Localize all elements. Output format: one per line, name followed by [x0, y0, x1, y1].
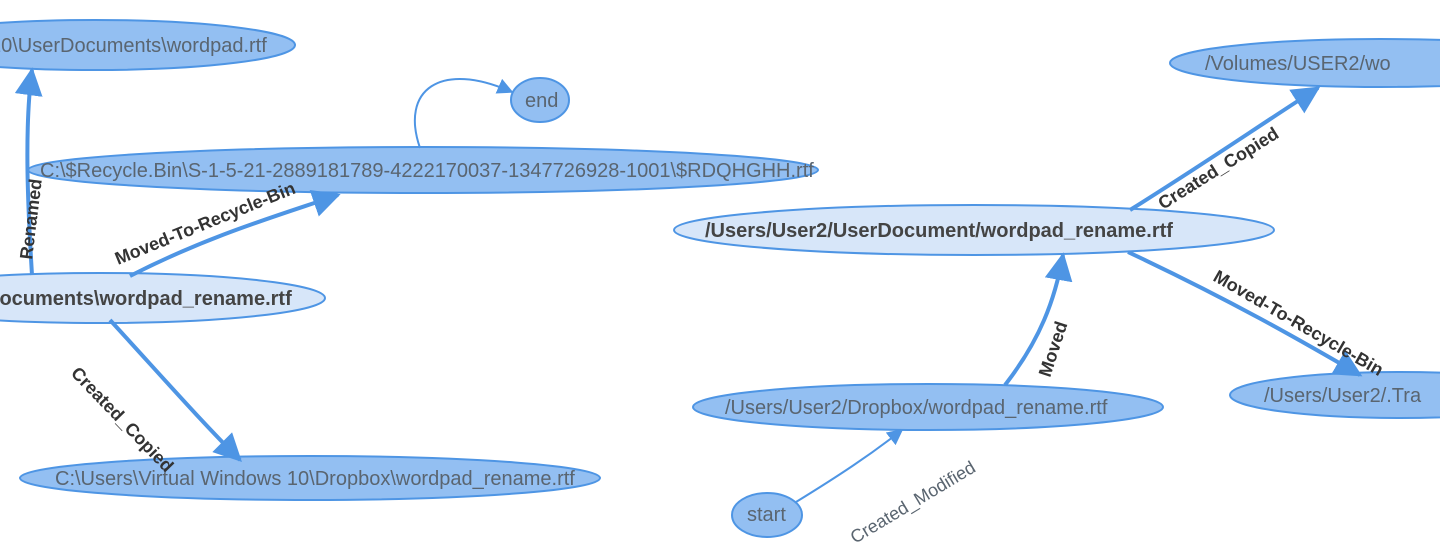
node-label: Documents\wordpad_rename.rtf — [0, 288, 292, 310]
node-label: 10\UserDocuments\wordpad.rtf — [0, 35, 267, 57]
node-win-orig[interactable]: 10\UserDocuments\wordpad.rtf — [0, 20, 295, 70]
edge-label: Created_Modified — [847, 457, 980, 548]
node-label: start — [747, 504, 786, 526]
node-label: /Users/User2/.Tra — [1264, 385, 1422, 407]
node-label: C:\$Recycle.Bin\S-1-5-21-2889181789-4222… — [40, 160, 814, 182]
node-mac-userdoc[interactable]: /Users/User2/UserDocument/wordpad_rename… — [674, 205, 1274, 255]
node-mac-volumes[interactable]: /Volumes/USER2/wo — [1170, 39, 1440, 87]
node-label: /Volumes/USER2/wo — [1205, 53, 1391, 75]
node-win-recycle[interactable]: C:\$Recycle.Bin\S-1-5-21-2889181789-4222… — [28, 147, 818, 193]
edge-label: Renamed — [16, 178, 46, 261]
edge-recycle-end — [415, 79, 512, 148]
node-start[interactable]: start — [732, 493, 802, 537]
node-win-rename[interactable]: Documents\wordpad_rename.rtf — [0, 273, 325, 323]
node-mac-dropbox[interactable]: /Users/User2/Dropbox/wordpad_rename.rtf — [693, 384, 1163, 430]
edge-moved-recyclebin-mac — [1128, 252, 1360, 375]
node-label: /Users/User2/Dropbox/wordpad_rename.rtf — [725, 397, 1108, 419]
node-win-dropbox[interactable]: C:\Users\Virtual Windows 10\Dropbox\word… — [20, 456, 600, 500]
node-label: end — [525, 90, 558, 112]
edge-label: Moved-To-Recycle-Bin — [1210, 266, 1387, 380]
node-end[interactable]: end — [511, 78, 569, 122]
edge-label: Created_Copied — [67, 363, 177, 476]
edge-created-copied-mac — [1130, 88, 1318, 210]
node-mac-trash[interactable]: /Users/User2/.Tra — [1230, 372, 1440, 418]
node-label: C:\Users\Virtual Windows 10\Dropbox\word… — [55, 468, 575, 490]
edge-created-modified — [796, 430, 902, 502]
edge-label: Moved-To-Recycle-Bin — [112, 178, 298, 269]
node-label: /Users/User2/UserDocument/wordpad_rename… — [705, 220, 1173, 242]
graph-canvas[interactable]: 10\UserDocuments\wordpad.rtf Documents\w… — [0, 0, 1440, 560]
edge-label: Created_Copied — [1155, 123, 1283, 213]
